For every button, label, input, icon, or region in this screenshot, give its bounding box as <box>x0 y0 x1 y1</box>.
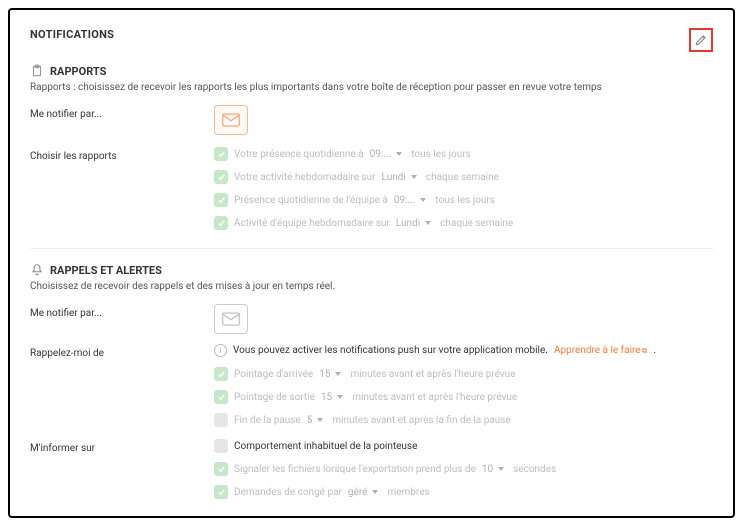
label-notify-via: Me notifier par... <box>30 105 214 120</box>
checkbox-icon <box>214 367 228 381</box>
mail-icon <box>222 113 240 127</box>
label-remind-me: Rappelez-moi de <box>30 344 214 359</box>
chevron-down-icon <box>420 198 426 202</box>
section-desc: Choisissez de recevoir des rappels et de… <box>30 281 713 292</box>
option-suffix: membres <box>387 487 429 498</box>
chevron-down-icon <box>372 490 378 494</box>
option-text: Comportement inhabituel de la pointeuse <box>234 441 417 452</box>
notifications-panel: NOTIFICATIONS RAPPORTS Rapports : choisi… <box>8 8 735 518</box>
minutes-select[interactable]: 15 <box>321 392 346 403</box>
section-heading-rappels: RAPPELS ET ALERTES <box>30 263 713 277</box>
checkbox-icon <box>214 193 228 207</box>
option-suffix: minutes avant et après l'heure prévue <box>352 392 517 403</box>
option-suffix: minutes avant et après l'heure prévue <box>350 369 515 380</box>
reminder-option[interactable]: Pointage de sortie 15 minutes avant et a… <box>214 390 713 404</box>
day-select[interactable]: Lundi <box>382 172 420 183</box>
checkbox-icon <box>214 413 228 427</box>
report-option[interactable]: Votre présence quotidienne à 09:... tous… <box>214 147 713 161</box>
reminder-options: Pointage d'arrivée 15 minutes avant et a… <box>214 367 713 427</box>
minutes-select[interactable]: 15 <box>319 369 344 380</box>
chevron-down-icon <box>411 175 417 179</box>
inform-options: Comportement inhabituel de la pointeuse … <box>214 439 713 499</box>
scope-select[interactable]: géré <box>348 487 382 498</box>
reminder-option[interactable]: Pointage d'arrivée 15 minutes avant et a… <box>214 367 713 381</box>
option-text: Demandes de congé par <box>234 487 342 498</box>
notify-channel-email[interactable] <box>214 304 248 334</box>
divider <box>30 248 713 249</box>
pencil-icon <box>694 33 708 47</box>
chevron-down-icon <box>335 372 341 376</box>
option-text: Votre activité hebdomadaire sur <box>234 172 376 183</box>
label-choose-reports: Choisir les rapports <box>30 147 214 162</box>
push-learn-link[interactable]: Apprendre à le faire⧉ <box>554 345 647 356</box>
push-info-text: Vous pouvez activer les notifications pu… <box>233 345 548 356</box>
inform-option[interactable]: Comportement inhabituel de la pointeuse <box>214 439 713 453</box>
option-text: Pointage d'arrivée <box>234 369 313 380</box>
chevron-down-icon <box>425 221 431 225</box>
checkbox-icon <box>214 390 228 404</box>
push-info: i Vous pouvez activer les notifications … <box>214 344 713 357</box>
chevron-down-icon <box>498 467 504 471</box>
edit-button[interactable] <box>689 28 713 52</box>
section-heading-rapports: RAPPORTS <box>30 64 713 78</box>
checkbox-icon <box>214 485 228 499</box>
option-text: Votre présence quotidienne à <box>234 149 364 160</box>
seconds-select[interactable]: 10 <box>482 464 507 475</box>
report-option[interactable]: Activité d'équipe hebdomadaire sur Lundi… <box>214 216 713 230</box>
checkbox-icon <box>214 216 228 230</box>
time-select[interactable]: 09:... <box>370 149 406 160</box>
section-desc: Rapports : choisissez de recevoir les ra… <box>30 82 713 93</box>
reports-options: Votre présence quotidienne à 09:... tous… <box>214 147 713 230</box>
checkbox-icon <box>214 439 228 453</box>
reminder-option[interactable]: Fin de la pause 5 minutes avant et après… <box>214 413 713 427</box>
label-inform-me: M'informer sur <box>30 439 214 454</box>
option-text: Pointage de sortie <box>234 392 315 403</box>
option-text: Présence quotidienne de l'équipe à <box>234 195 388 206</box>
label-notify-via: Me notifier par... <box>30 304 214 319</box>
option-suffix: tous les jours <box>435 195 495 206</box>
option-suffix: tous les jours <box>411 149 471 160</box>
page-title: NOTIFICATIONS <box>30 28 114 41</box>
inform-option[interactable]: Signaler les fichiers lorsque l'exportat… <box>214 462 713 476</box>
chevron-down-icon <box>337 395 343 399</box>
option-text: Activité d'équipe hebdomadaire sur <box>234 218 390 229</box>
day-select[interactable]: Lundi <box>396 218 434 229</box>
mail-icon <box>222 312 240 326</box>
inform-option[interactable]: Demandes de congé par géré membres <box>214 485 713 499</box>
checkbox-icon <box>214 462 228 476</box>
option-suffix: chaque semaine <box>440 218 513 229</box>
option-text: Fin de la pause <box>234 415 301 426</box>
minutes-select[interactable]: 5 <box>307 415 327 426</box>
option-suffix: chaque semaine <box>426 172 499 183</box>
clipboard-icon <box>30 64 44 78</box>
report-option[interactable]: Votre activité hebdomadaire sur Lundi ch… <box>214 170 713 184</box>
checkbox-icon <box>214 170 228 184</box>
time-select[interactable]: 09:... <box>394 195 430 206</box>
section-title: RAPPELS ET ALERTES <box>50 264 162 277</box>
info-icon: i <box>214 344 227 357</box>
checkbox-icon <box>214 147 228 161</box>
report-option[interactable]: Présence quotidienne de l'équipe à 09:..… <box>214 193 713 207</box>
chevron-down-icon <box>317 418 323 422</box>
chevron-down-icon <box>396 152 402 156</box>
option-text: Signaler les fichiers lorsque l'exportat… <box>234 464 476 475</box>
option-suffix: secondes <box>513 464 556 475</box>
notify-channel-email[interactable] <box>214 105 248 135</box>
bell-icon <box>30 263 44 277</box>
option-suffix: minutes avant et après la fin de la paus… <box>332 415 510 426</box>
external-link-icon: ⧉ <box>642 346 648 355</box>
section-title: RAPPORTS <box>50 65 106 78</box>
